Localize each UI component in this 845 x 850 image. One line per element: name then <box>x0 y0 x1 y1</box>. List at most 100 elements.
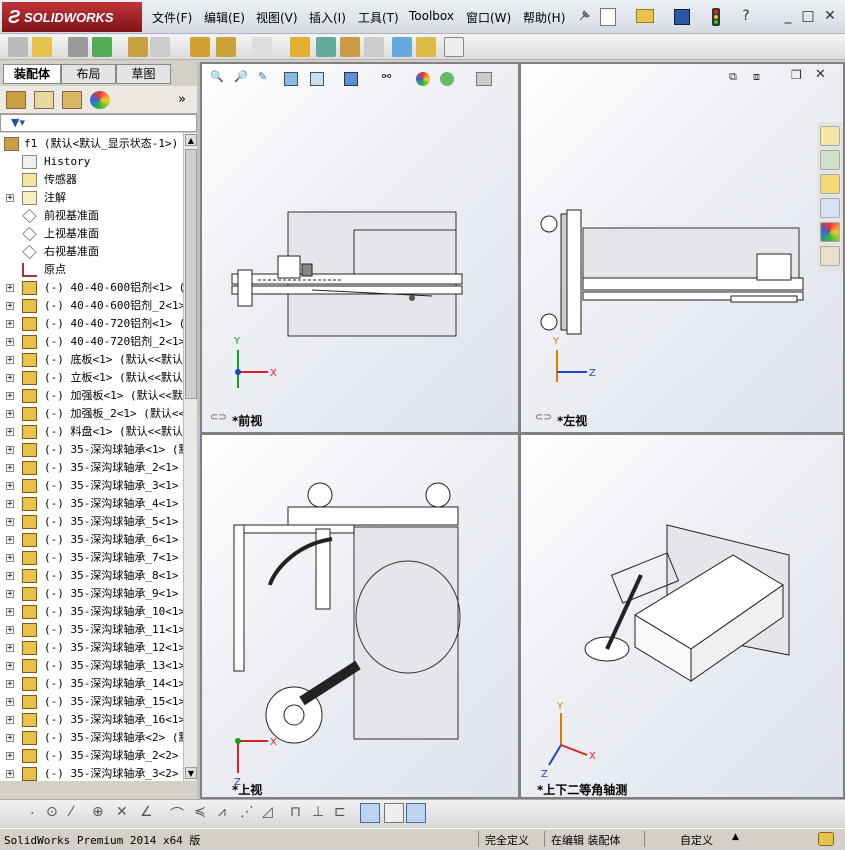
measure-icon[interactable]: ⊓ <box>290 804 301 820</box>
expand-toggle-icon[interactable]: + <box>6 374 14 383</box>
tree-item[interactable]: History <box>0 153 183 171</box>
link-icon[interactable]: ⊂⊃ <box>535 412 555 424</box>
expand-toggle-icon[interactable]: + <box>6 500 14 509</box>
help-button[interactable]: ? <box>738 8 754 24</box>
tree-item[interactable]: + (-) 35-深沟球轴承_5<1> <box>0 513 183 531</box>
expand-toggle-icon[interactable]: + <box>6 464 14 473</box>
tree-item[interactable]: 上视基准面 <box>0 225 183 243</box>
filter-icon[interactable]: ▼▾ <box>11 116 25 129</box>
view-palette-icon[interactable] <box>820 198 840 218</box>
design-library-icon[interactable] <box>820 150 840 170</box>
expand-chevron-icon[interactable]: » <box>178 92 186 107</box>
tree-root[interactable]: f1 (默认<默认_显示状态-1>) <box>0 135 183 153</box>
expand-toggle-icon[interactable]: + <box>6 572 14 581</box>
menu-edit[interactable]: 编辑(E) <box>204 9 245 26</box>
open-folder-icon[interactable] <box>636 9 654 23</box>
tree-item[interactable]: 原点 <box>0 261 183 279</box>
tree-filter[interactable]: ▼▾ <box>0 114 197 132</box>
expand-toggle-icon[interactable]: + <box>6 410 14 419</box>
units-dropdown-icon[interactable]: ▲ <box>732 832 739 842</box>
expand-toggle-icon[interactable]: + <box>6 284 14 293</box>
file-explorer-icon[interactable] <box>820 174 840 194</box>
menu-view[interactable]: 视图(V) <box>256 9 298 26</box>
move-component-icon[interactable] <box>150 37 170 57</box>
expand-toggle-icon[interactable]: + <box>6 320 14 329</box>
relation-icon[interactable]: ⊥ <box>312 804 324 820</box>
menu-tools[interactable]: 工具(T) <box>358 9 399 26</box>
status-units[interactable]: 自定义 <box>680 832 713 848</box>
repair-icon[interactable]: ⊏ <box>334 804 346 820</box>
polygon-icon[interactable]: ⊕ <box>92 804 104 820</box>
point-icon[interactable]: · <box>30 806 34 822</box>
new-motion-study-icon[interactable] <box>290 37 310 57</box>
explode-line-icon[interactable] <box>364 37 384 57</box>
expand-toggle-icon[interactable]: + <box>6 194 14 203</box>
expand-toggle-icon[interactable]: + <box>6 644 14 653</box>
menu-insert[interactable]: 插入(I) <box>309 9 346 26</box>
offset-icon[interactable]: ≼ <box>194 804 206 820</box>
expand-toggle-icon[interactable]: + <box>6 608 14 617</box>
linear-pattern-icon[interactable] <box>92 37 112 57</box>
tree-item[interactable]: + (-) 料盘<1> (默认<<默认 <box>0 423 183 441</box>
close-button[interactable]: ✕ <box>822 8 838 24</box>
expand-toggle-icon[interactable]: + <box>6 392 14 401</box>
solidworks-logo[interactable]: Ƨ SOLIDWORKS <box>2 2 142 32</box>
pin-icon[interactable] <box>576 8 592 24</box>
viewport-front[interactable]: 🔍 🔎 ✎ ⚯ Y X ⊂⊃ *前视 <box>202 64 518 432</box>
tree-item[interactable]: 右视基准面 <box>0 243 183 261</box>
viewport-top[interactable]: Z X *上视 <box>202 435 518 797</box>
tree-item[interactable]: + (-) 35-深沟球轴承_15<1> <box>0 693 183 711</box>
tree-item[interactable]: + (-) 40-40-600铝剂<1> (默 <box>0 279 183 297</box>
tree-item[interactable]: + (-) 40-40-720铝剂_2<1> <box>0 333 183 351</box>
show-hidden-icon[interactable] <box>190 37 210 57</box>
tree-item[interactable]: + (-) 35-深沟球轴承_3<2> <box>0 765 183 781</box>
tree-item[interactable]: + (-) 35-深沟球轴承_8<1> <box>0 567 183 585</box>
expand-toggle-icon[interactable]: + <box>6 734 14 743</box>
menu-toolbox[interactable]: Toolbox <box>409 9 454 23</box>
menu-file[interactable]: 文件(F) <box>152 9 192 26</box>
single-view-icon[interactable] <box>384 803 404 823</box>
expand-toggle-icon[interactable]: + <box>6 338 14 347</box>
expand-toggle-icon[interactable]: + <box>6 698 14 707</box>
tree-item[interactable]: + (-) 40-40-600铝剂_2<1> <box>0 297 183 315</box>
tree-item[interactable]: + 注解 <box>0 189 183 207</box>
home-icon[interactable] <box>820 126 840 146</box>
tree-item[interactable]: + (-) 35-深沟球轴承_3<1> <box>0 477 183 495</box>
tree-item[interactable]: + (-) 35-深沟球轴承_10<1> <box>0 603 183 621</box>
tree-item[interactable]: + (-) 加强板<1> (默认<<默 <box>0 387 183 405</box>
expand-toggle-icon[interactable]: + <box>6 770 14 779</box>
mate-icon[interactable] <box>68 37 88 57</box>
link-icon[interactable]: ⊂⊃ <box>210 412 230 424</box>
circle-icon[interactable]: ⊙ <box>46 804 58 820</box>
expand-toggle-icon[interactable]: + <box>6 536 14 545</box>
tree-item[interactable]: + (-) 35-深沟球轴承_2<1> <box>0 459 183 477</box>
menu-help[interactable]: 帮助(H) <box>523 9 565 26</box>
trim-icon[interactable]: ✕ <box>116 804 128 820</box>
feature-tree-icon[interactable] <box>6 91 26 109</box>
reference-geometry-icon[interactable] <box>252 37 272 57</box>
viewport-left[interactable]: ⧉ ⧈ ❐ ✕ Y Z ⊂⊃ *左视 <box>521 64 843 432</box>
property-manager-icon[interactable] <box>34 91 54 109</box>
expand-toggle-icon[interactable]: + <box>6 446 14 455</box>
expand-toggle-icon[interactable]: + <box>6 590 14 599</box>
tree-scrollbar[interactable]: ▲ ▼ <box>183 133 197 781</box>
tree-item[interactable]: + (-) 底板<1> (默认<<默认 <box>0 351 183 369</box>
tree-item[interactable]: 前视基准面 <box>0 207 183 225</box>
tree-item[interactable]: + (-) 35-深沟球轴承_13<1> <box>0 657 183 675</box>
appearances-icon[interactable] <box>820 222 840 242</box>
expand-toggle-icon[interactable]: + <box>6 626 14 635</box>
tree-item[interactable]: + (-) 35-深沟球轴承_16<1> <box>0 711 183 729</box>
pattern-icon[interactable]: ⋰ <box>240 804 254 820</box>
exploded-view-icon[interactable] <box>340 37 360 57</box>
tree-item[interactable]: 传感器 <box>0 171 183 189</box>
expand-toggle-icon[interactable]: + <box>6 716 14 725</box>
configuration-manager-icon[interactable] <box>62 91 82 109</box>
expand-toggle-icon[interactable]: + <box>6 428 14 437</box>
expand-toggle-icon[interactable]: + <box>6 518 14 527</box>
tab-layout[interactable]: 布局 <box>61 64 116 84</box>
expand-toggle-icon[interactable]: + <box>6 680 14 689</box>
tree-item[interactable]: + (-) 立板<1> (默认<<默认 <box>0 369 183 387</box>
expand-toggle-icon[interactable]: + <box>6 482 14 491</box>
save-icon[interactable] <box>674 9 690 25</box>
display-manager-icon[interactable] <box>90 91 110 109</box>
